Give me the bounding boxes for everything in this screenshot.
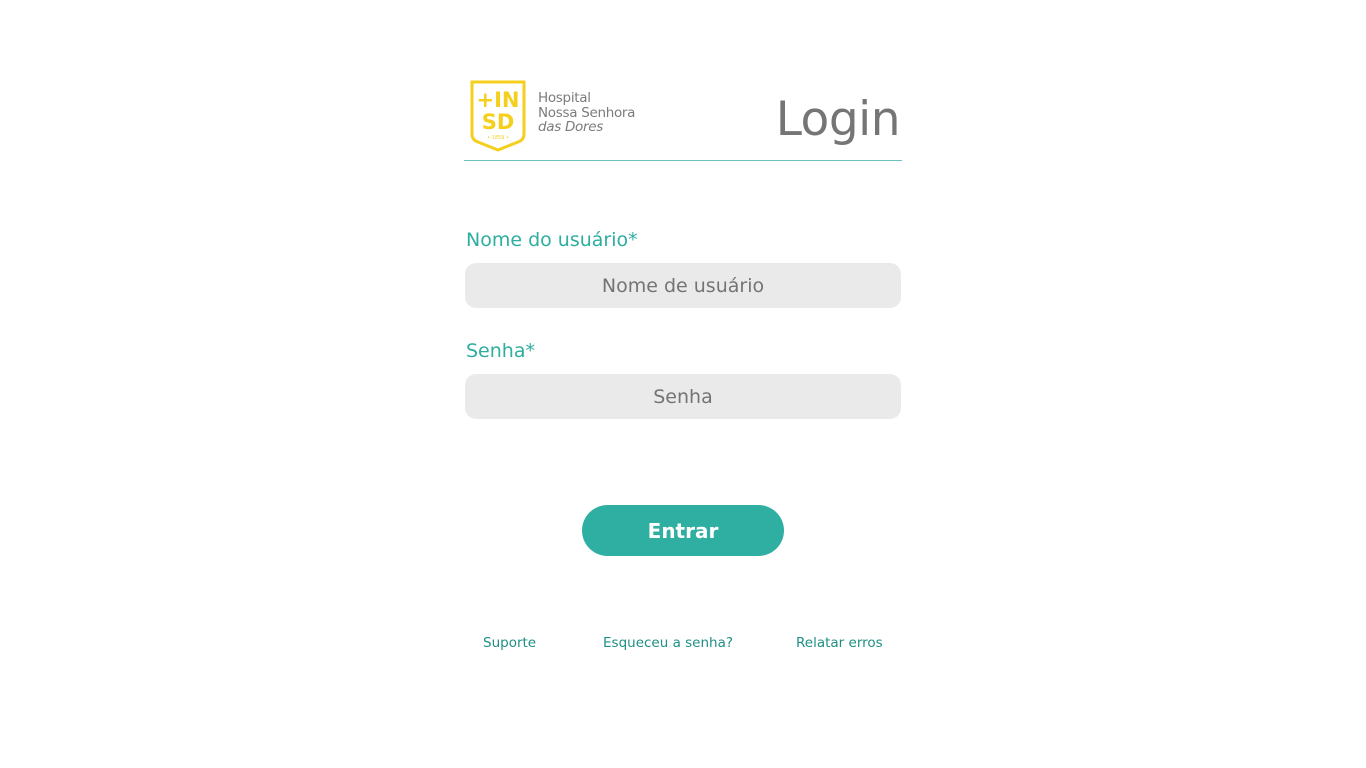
report-errors-link[interactable]: Relatar erros [796, 635, 883, 651]
password-input[interactable] [465, 374, 901, 419]
login-button[interactable]: Entrar [582, 505, 784, 556]
svg-text:• 1859 •: • 1859 • [487, 135, 509, 141]
support-link[interactable]: Suporte [483, 635, 536, 651]
password-label: Senha* [466, 340, 535, 362]
login-header: +IN SD • 1859 • Hospital Nossa Senhora d… [464, 78, 902, 161]
username-label: Nome do usuário* [466, 229, 638, 251]
hospital-logo: +IN SD • 1859 • Hospital Nossa Senhora d… [469, 80, 649, 152]
login-page: +IN SD • 1859 • Hospital Nossa Senhora d… [0, 0, 1366, 768]
hospital-name: Hospital Nossa Senhora das Dores [538, 91, 635, 135]
forgot-password-link[interactable]: Esqueceu a senha? [603, 635, 733, 651]
svg-text:+IN: +IN [477, 88, 520, 112]
hospital-name-line-1: Hospital [538, 90, 591, 106]
page-title: Login [775, 92, 901, 147]
svg-text:SD: SD [482, 110, 515, 134]
hospital-shield-logo-icon: +IN SD • 1859 • [470, 80, 526, 152]
hospital-name-line-3: das Dores [538, 119, 604, 135]
username-input[interactable] [465, 263, 901, 308]
hospital-name-line-2: Nossa Senhora [538, 104, 636, 121]
